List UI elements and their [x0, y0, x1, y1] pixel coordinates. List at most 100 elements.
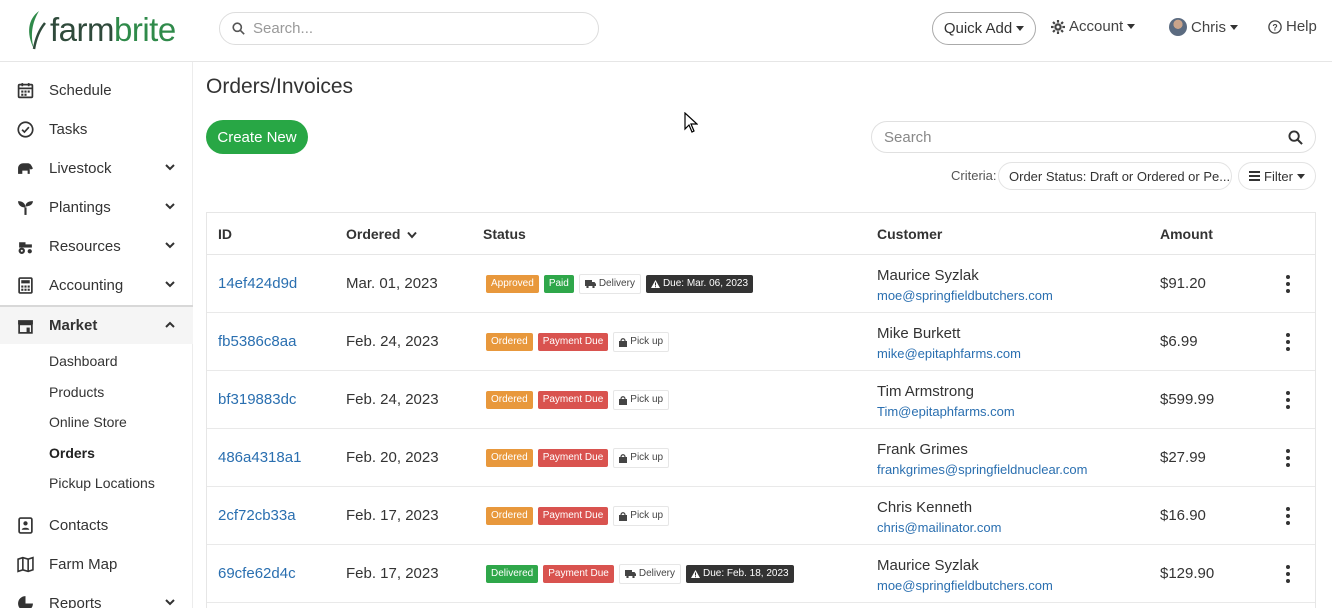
table-row[interactable]: fb5386c8aa Feb. 24, 2023 Ordered Payment… — [207, 313, 1315, 371]
customer-cell: Chris Kenneth chris@mailinator.com — [877, 499, 1001, 535]
row-actions-kebab-icon[interactable] — [1285, 565, 1291, 583]
customer-name: Maurice Syzlak — [877, 557, 979, 574]
sidebar-item-accounting[interactable]: Accounting — [0, 266, 193, 305]
customer-name: Mike Burkett — [877, 325, 961, 342]
filter-label: Filter — [1264, 168, 1293, 184]
list-icon — [1249, 171, 1261, 181]
sidebar-item-label: Reports — [49, 595, 102, 608]
orders-search[interactable] — [871, 121, 1316, 153]
sidebar-item-label: Schedule — [49, 82, 112, 99]
order-id-link[interactable]: bf319883dc — [218, 391, 296, 408]
row-actions-kebab-icon[interactable] — [1285, 275, 1291, 293]
column-header-status[interactable]: Status — [483, 226, 526, 242]
table-row[interactable]: 486a4318a1 Feb. 20, 2023 Ordered Payment… — [207, 429, 1315, 487]
help-label: Help — [1286, 18, 1317, 35]
table-row[interactable]: bf319883dc Feb. 24, 2023 Ordered Payment… — [207, 371, 1315, 429]
sidebar-item-plantings[interactable]: Plantings — [0, 188, 193, 227]
order-id-link[interactable]: 2cf72cb33a — [218, 507, 296, 524]
account-label: Account — [1069, 18, 1124, 35]
gear-icon — [1051, 19, 1065, 34]
sidebar-item-label: Plantings — [49, 199, 111, 216]
sidebar-item-resources[interactable]: Resources — [0, 227, 193, 266]
payment-badge: Payment Due — [543, 565, 614, 583]
chevron-down-icon — [165, 203, 175, 210]
truck-icon — [584, 280, 596, 288]
global-search[interactable] — [219, 12, 599, 45]
sidebar-item-farm-map[interactable]: Farm Map — [0, 545, 193, 584]
seedling-icon — [18, 201, 33, 215]
order-amount: $27.99 — [1160, 449, 1206, 466]
search-icon[interactable] — [1288, 130, 1303, 145]
status-badges: Approved Paid Delivery Due: Mar. 06, 202… — [486, 274, 754, 294]
sidebar-item-reports[interactable]: Reports — [0, 584, 193, 608]
account-menu[interactable]: Account — [1051, 18, 1136, 35]
customer-cell: Mike Burkett mike@epitaphfarms.com — [877, 325, 1021, 361]
order-id-link[interactable]: 69cfe62d4c — [218, 565, 296, 582]
customer-email-link[interactable]: moe@springfieldbutchers.com — [877, 288, 1053, 303]
row-actions-kebab-icon[interactable] — [1285, 449, 1291, 467]
customer-email-link[interactable]: frankgrimes@springfieldnuclear.com — [877, 462, 1087, 477]
sidebar-subitem-online-store[interactable]: Online Store — [49, 414, 127, 430]
status-badge: Ordered — [486, 391, 533, 409]
page-title: Orders/Invoices — [206, 75, 354, 98]
criteria-pill[interactable]: Order Status: Draft or Ordered or Pe... — [998, 162, 1232, 190]
leaf-logo-icon — [29, 11, 46, 50]
caret-down-icon — [1016, 26, 1025, 31]
customer-cell: Frank Grimes frankgrimes@springfieldnucl… — [877, 441, 1087, 477]
method-badge: Pick up — [613, 506, 670, 526]
column-header-customer[interactable]: Customer — [877, 226, 942, 242]
customer-email-link[interactable]: mike@epitaphfarms.com — [877, 346, 1021, 361]
status-badges: Ordered Payment Due Pick up — [486, 506, 670, 526]
order-amount: $129.90 — [1160, 565, 1215, 582]
column-header-id[interactable]: ID — [218, 226, 232, 242]
orders-search-input[interactable] — [884, 128, 1274, 146]
filter-button[interactable]: Filter — [1238, 162, 1316, 190]
order-amount: $91.20 — [1160, 275, 1206, 292]
create-new-button[interactable]: Create New — [206, 120, 308, 154]
quick-add-button[interactable]: Quick Add — [932, 12, 1036, 45]
order-amount: $6.99 — [1160, 333, 1198, 350]
top-bar: farmbrite Quick Add Account Chris ? Help — [0, 0, 1332, 62]
chevron-up-icon — [165, 321, 175, 328]
order-date: Feb. 20, 2023 — [346, 449, 439, 466]
help-link[interactable]: ? Help — [1268, 18, 1317, 35]
column-header-ordered[interactable]: Ordered — [346, 226, 418, 242]
table-row[interactable]: 69cfe62d4c Feb. 17, 2023 Delivered Payme… — [207, 545, 1315, 603]
cow-icon — [18, 163, 33, 174]
row-actions-kebab-icon[interactable] — [1285, 507, 1291, 525]
row-actions-kebab-icon[interactable] — [1285, 391, 1291, 409]
shopping-bag-icon — [619, 395, 628, 405]
order-id-link[interactable]: fb5386c8aa — [218, 333, 296, 350]
chevron-down-icon — [165, 599, 175, 606]
user-menu[interactable]: Chris — [1169, 18, 1239, 36]
sidebar-item-label: Livestock — [49, 160, 112, 177]
order-date: Feb. 24, 2023 — [346, 333, 439, 350]
sidebar-item-tasks[interactable]: Tasks — [0, 110, 193, 149]
sidebar-subitem-pickup-locations[interactable]: Pickup Locations — [49, 475, 155, 491]
order-date: Feb. 17, 2023 — [346, 565, 439, 582]
customer-email-link[interactable]: chris@mailinator.com — [877, 520, 1001, 535]
global-search-input[interactable] — [253, 20, 573, 37]
caret-down-icon — [1230, 24, 1239, 30]
truck-icon — [624, 570, 636, 578]
sidebar-item-schedule[interactable]: Schedule — [0, 71, 193, 110]
sidebar-subitem-orders[interactable]: Orders — [49, 445, 95, 461]
sidebar-item-market[interactable]: Market — [0, 305, 193, 344]
sidebar-item-label: Accounting — [49, 277, 124, 294]
sidebar-item-livestock[interactable]: Livestock — [0, 149, 193, 188]
column-header-amount[interactable]: Amount — [1160, 226, 1213, 242]
table-row[interactable]: 2cf72cb33a Feb. 17, 2023 Ordered Payment… — [207, 487, 1315, 545]
sidebar-subitem-products[interactable]: Products — [49, 384, 104, 400]
sidebar-item-contacts[interactable]: Contacts — [0, 506, 193, 545]
status-badge: Ordered — [486, 333, 533, 351]
customer-email-link[interactable]: Tim@epitaphfarms.com — [877, 404, 1015, 419]
farmbrite-logo[interactable]: farmbrite — [24, 8, 176, 52]
row-actions-kebab-icon[interactable] — [1285, 333, 1291, 351]
order-id-link[interactable]: 14ef424d9d — [218, 275, 297, 292]
due-badge: Due: Feb. 18, 2023 — [685, 565, 794, 583]
sidebar-subitem-dashboard[interactable]: Dashboard — [49, 353, 118, 369]
customer-email-link[interactable]: moe@springfieldbutchers.com — [877, 578, 1053, 593]
order-id-link[interactable]: 486a4318a1 — [218, 449, 301, 466]
sidebar-item-label: Market — [49, 317, 98, 334]
table-row[interactable]: 14ef424d9d Mar. 01, 2023 Approved Paid D… — [207, 255, 1315, 313]
